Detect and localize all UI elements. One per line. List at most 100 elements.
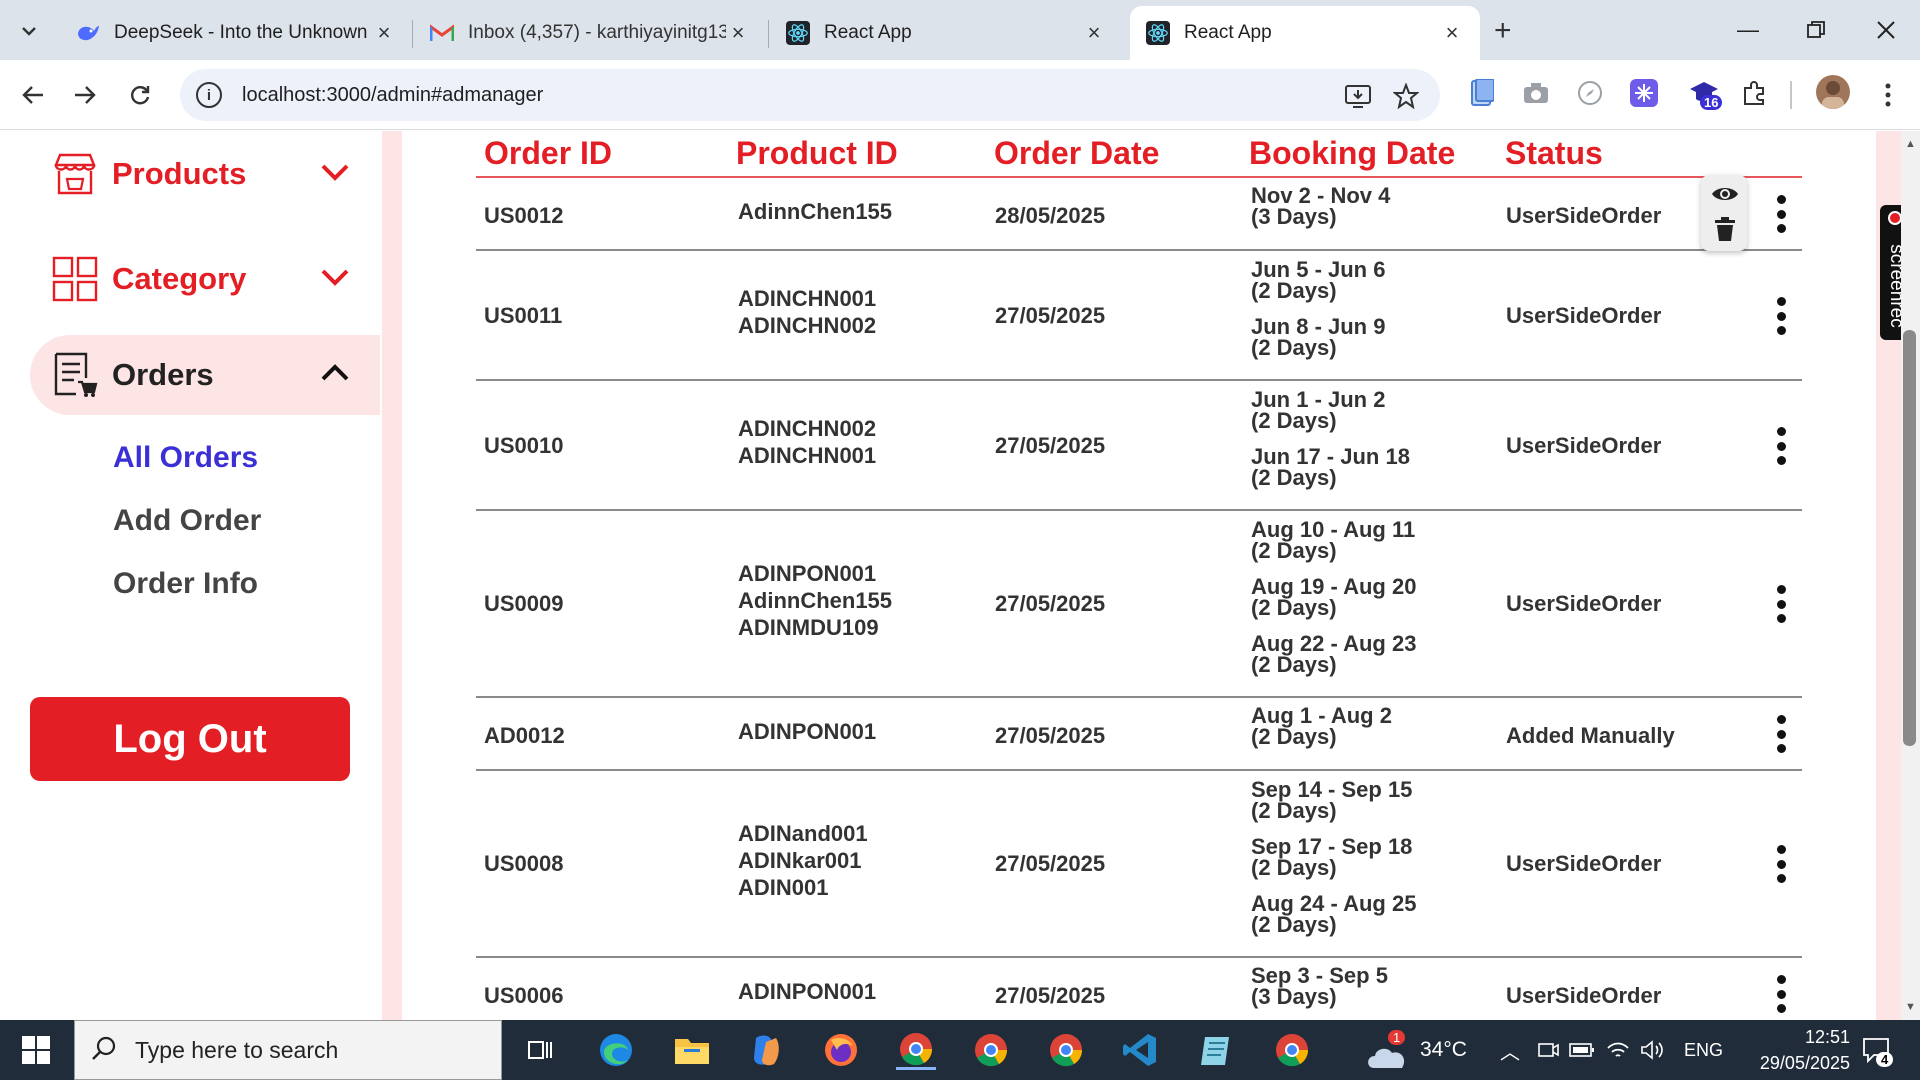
menu-products[interactable]: Products	[30, 134, 380, 214]
product-id: AdinnChen155	[738, 588, 893, 613]
booking-dates: Aug 1 - Aug 2 (2 Days)	[1251, 705, 1392, 748]
scroll-down-arrow-icon[interactable]: ▼	[1905, 1001, 1916, 1013]
booking-duration: (2 Days)	[1251, 798, 1337, 823]
submenu-order-info[interactable]: Order Info	[113, 567, 258, 601]
graduation-cap-icon[interactable]: 16	[1684, 77, 1724, 110]
puzzle-icon[interactable]	[1738, 77, 1770, 109]
table-row[interactable]: US0008 ADINand001 ADINkar001 ADIN001 27/…	[476, 771, 1802, 958]
windows-start-icon[interactable]	[16, 1030, 56, 1070]
table-row[interactable]: AD0012 ADINPON001 27/05/2025 Aug 1 - Aug…	[476, 698, 1802, 771]
profile-avatar[interactable]	[1816, 75, 1850, 109]
compass-icon[interactable]	[1574, 77, 1606, 109]
close-tab-icon[interactable]: ×	[372, 20, 396, 46]
table-row[interactable]: US0009 ADINPON001 AdinnChen155 ADINMDU10…	[476, 511, 1802, 698]
browser-toolbar: i localhost:3000/admin#admanager 16	[0, 60, 1920, 130]
row-menu-kebab-icon[interactable]	[1776, 297, 1786, 335]
forward-button[interactable]	[66, 76, 104, 114]
order-date: 27/05/2025	[995, 433, 1106, 458]
chevron-down-icon[interactable]	[320, 268, 350, 291]
tab-gmail[interactable]: Inbox (4,357) - karthiyayinitg13 ×	[414, 6, 766, 60]
submenu-add-order[interactable]: Add Order	[113, 504, 261, 538]
install-app-icon[interactable]	[1344, 82, 1372, 110]
back-arrow-icon	[22, 86, 43, 104]
logout-button[interactable]: Log Out	[30, 697, 350, 781]
weather-cloud-icon: 1	[1366, 1030, 1410, 1070]
ai-extension-icon[interactable]	[1628, 77, 1660, 109]
table-row[interactable]: US0012 AdinnChen155 28/05/2025 Nov 2 - N…	[476, 175, 1802, 251]
tab-react-app-active[interactable]: React App ×	[1130, 6, 1480, 60]
close-tab-icon[interactable]: ×	[726, 20, 750, 46]
scroll-up-arrow-icon[interactable]: ▲	[1905, 138, 1916, 150]
booking-range: Nov 2 - Nov 4	[1251, 183, 1391, 208]
weather-alert-badge: 1	[1388, 1030, 1406, 1045]
camera-icon[interactable]	[1520, 77, 1552, 109]
row-menu-kebab-icon[interactable]	[1776, 585, 1786, 623]
reload-button[interactable]	[121, 76, 159, 114]
product-id: ADINCHN002	[738, 313, 877, 338]
chrome-profile-icon[interactable]	[1272, 1030, 1312, 1070]
product-id: ADINPON001	[738, 719, 877, 744]
scrollbar-thumb[interactable]	[1903, 330, 1916, 746]
table-row[interactable]: US0006 ADINPON001 27/05/2025 Sep 3 - Sep…	[476, 958, 1802, 1020]
row-menu-kebab-icon[interactable]	[1776, 975, 1786, 1013]
tab-deepseek[interactable]: DeepSeek - Into the Unknown ×	[60, 6, 412, 60]
menu-category[interactable]: Category	[30, 239, 380, 319]
clock[interactable]: 12:51 29/05/2025	[1740, 1020, 1850, 1080]
copilot-icon[interactable]	[746, 1030, 786, 1070]
search-placeholder: Type here to search	[135, 1036, 339, 1063]
new-tab-button[interactable]: +	[1494, 14, 1512, 48]
speaker-icon[interactable]	[1632, 1030, 1672, 1070]
file-explorer-icon[interactable]	[672, 1030, 712, 1070]
taskbar-search-input[interactable]: Type here to search	[74, 1020, 502, 1080]
menu-orders[interactable]: Orders	[30, 335, 380, 415]
chrome-icon[interactable]	[896, 1030, 936, 1070]
trash-icon[interactable]	[1715, 217, 1735, 246]
row-menu-kebab-icon[interactable]	[1776, 715, 1786, 753]
product-id: ADINPON001	[738, 561, 877, 586]
notepad-icon[interactable]	[1196, 1030, 1236, 1070]
bookmark-star-icon[interactable]	[1392, 82, 1420, 110]
tab-react-app[interactable]: React App ×	[770, 6, 1122, 60]
booking-dates: Jun 1 - Jun 2 (2 Days) Jun 17 - Jun 18 (…	[1251, 389, 1410, 489]
booking-dates: Aug 10 - Aug 11 (2 Days) Aug 19 - Aug 20…	[1251, 519, 1416, 676]
chrome-profile-icon[interactable]	[971, 1030, 1011, 1070]
tray-chevron-up-icon[interactable]: ︿	[1490, 1030, 1530, 1070]
vscode-icon[interactable]	[1120, 1030, 1160, 1070]
chevron-down-icon[interactable]	[320, 163, 350, 186]
order-id: AD0012	[484, 723, 565, 748]
chevron-up-icon[interactable]	[320, 363, 350, 387]
chrome-profile-icon[interactable]	[1046, 1030, 1086, 1070]
task-view-icon[interactable]	[520, 1030, 560, 1070]
url-text[interactable]: localhost:3000/admin#admanager	[242, 84, 543, 107]
restore-button[interactable]	[1786, 10, 1846, 50]
tab-search-button[interactable]	[8, 12, 50, 50]
edge-browser-icon[interactable]	[596, 1030, 636, 1070]
row-menu-kebab-icon[interactable]	[1776, 195, 1786, 233]
submenu-all-orders[interactable]: All Orders	[113, 441, 258, 475]
product-ids: ADINPON001 AdinnChen155 ADINMDU109	[738, 560, 892, 641]
firefox-icon[interactable]	[821, 1030, 861, 1070]
battery-icon[interactable]	[1562, 1030, 1602, 1070]
address-bar[interactable]: i localhost:3000/admin#admanager	[180, 69, 1440, 121]
product-id: ADINCHN001	[738, 286, 877, 311]
booking-range: Aug 24 - Aug 25	[1251, 891, 1417, 916]
minimize-button[interactable]: —	[1718, 10, 1778, 50]
product-id: ADINPON001	[738, 979, 877, 1004]
row-menu-kebab-icon[interactable]	[1776, 845, 1786, 883]
table-row[interactable]: US0011 ADINCHN001 ADINCHN002 27/05/2025 …	[476, 251, 1802, 381]
close-window-button[interactable]	[1856, 10, 1916, 50]
menu-label: Category	[112, 261, 247, 296]
orders-icon	[52, 352, 98, 398]
extension-document-icon[interactable]	[1466, 77, 1498, 109]
weather-widget[interactable]: 1 34°C	[1366, 1020, 1467, 1080]
row-menu-kebab-icon[interactable]	[1776, 427, 1786, 465]
language-indicator[interactable]: ENG	[1684, 1020, 1723, 1080]
more-menu-icon[interactable]	[1872, 79, 1904, 111]
site-info-icon[interactable]: i	[196, 82, 222, 108]
notification-icon[interactable]: 4	[1856, 1030, 1896, 1070]
back-button[interactable]	[14, 76, 52, 114]
close-tab-icon[interactable]: ×	[1082, 20, 1106, 46]
table-row[interactable]: US0010 ADINCHN002 ADINCHN001 27/05/2025 …	[476, 381, 1802, 511]
view-eye-icon[interactable]	[1711, 185, 1739, 208]
close-tab-icon[interactable]: ×	[1440, 20, 1464, 46]
